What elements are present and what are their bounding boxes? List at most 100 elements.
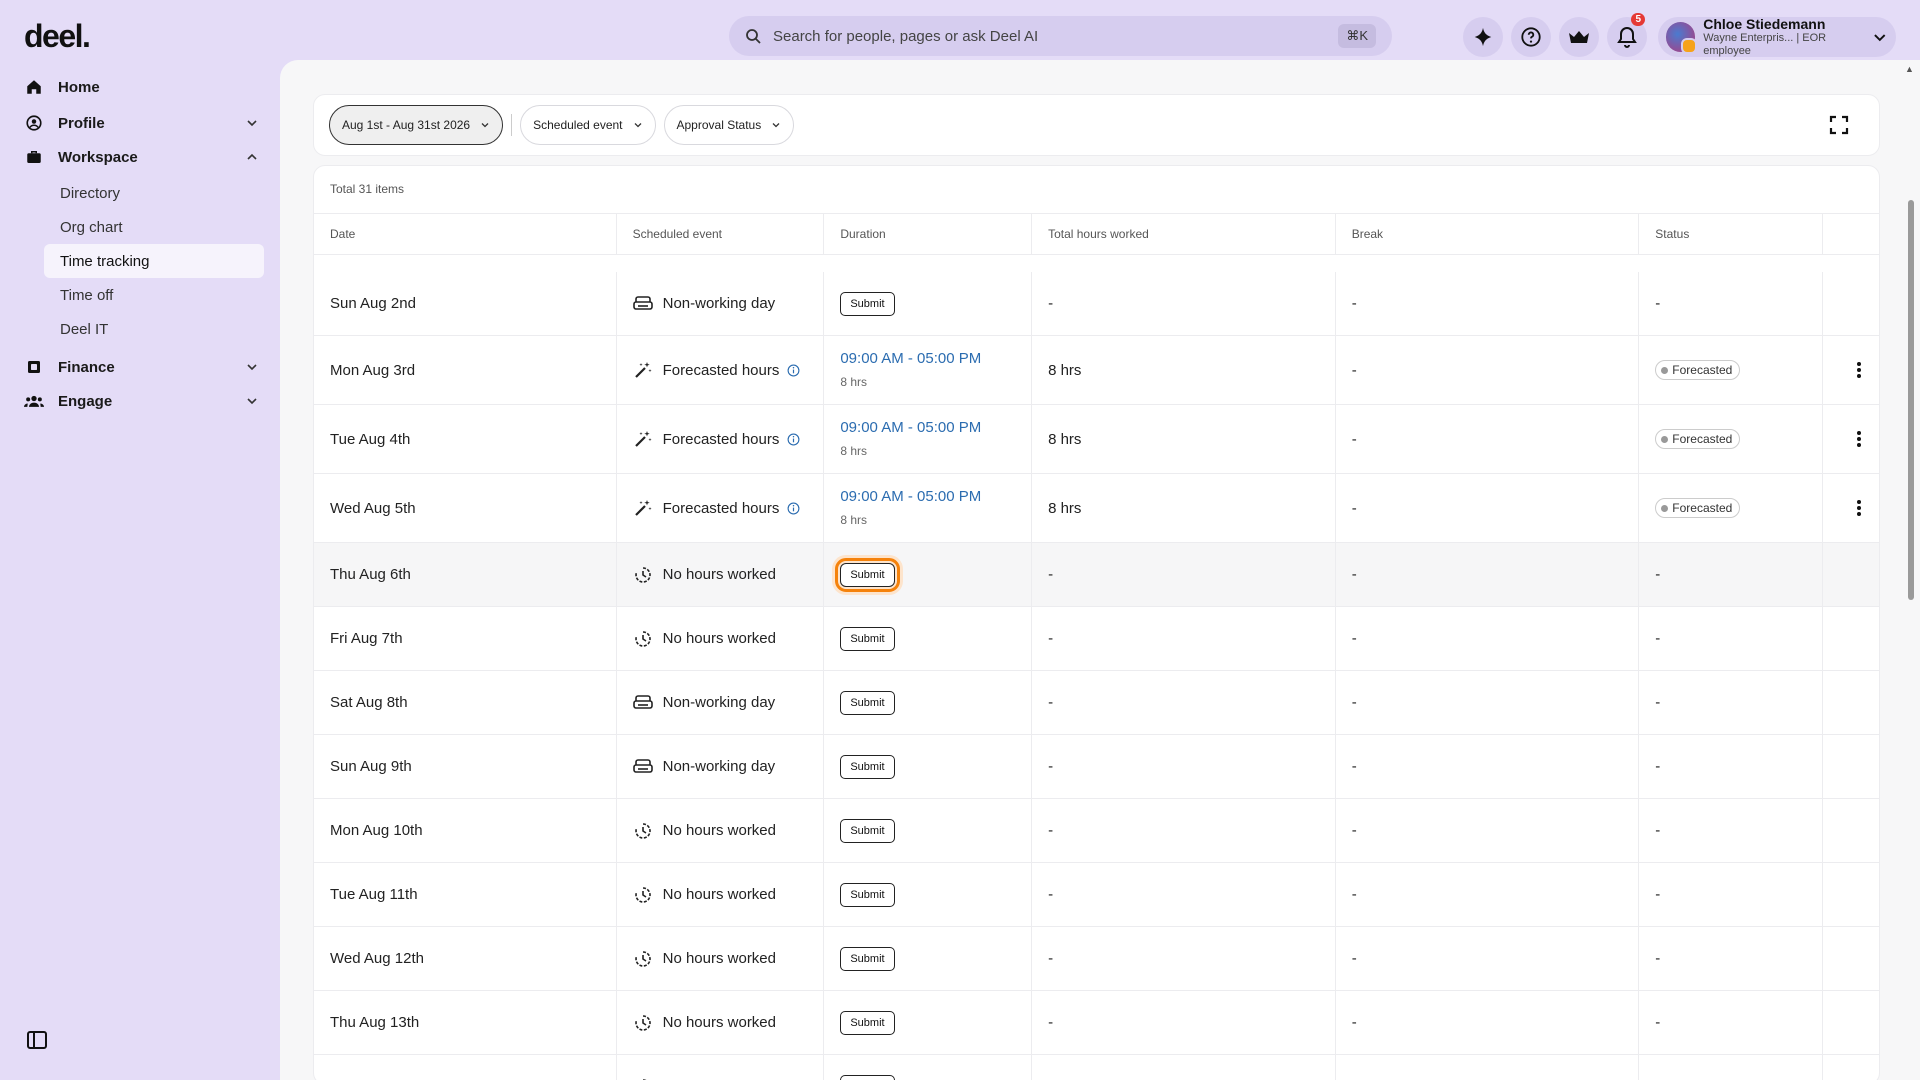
more-options-icon[interactable]	[1849, 429, 1869, 449]
submit-button[interactable]: Submit	[840, 626, 895, 651]
table-row[interactable]: Wed Aug 5th Forecasted hours 09:00 AM - …	[314, 474, 1879, 543]
actions-cell	[1823, 863, 1879, 926]
actions-cell	[1823, 336, 1879, 404]
status-cell: -	[1639, 735, 1824, 798]
clock-icon	[633, 629, 653, 649]
chevron-down-icon[interactable]	[244, 359, 260, 375]
date-range-filter[interactable]: Aug 1st - Aug 31st 2026	[329, 105, 504, 145]
column-header-break[interactable]: Break	[1336, 214, 1640, 254]
status-cell: -	[1639, 607, 1824, 670]
chevron-down-icon[interactable]	[244, 393, 260, 409]
sidebar-item-workspace[interactable]: Workspace	[24, 140, 264, 174]
table-row[interactable]: Mon Aug 10th No hours worked Submit - - …	[314, 799, 1879, 863]
event-cell: No hours worked	[617, 607, 825, 670]
column-header-duration[interactable]: Duration	[824, 214, 1033, 254]
time-range[interactable]: 09:00 AM - 05:00 PM	[840, 419, 981, 438]
submit-button[interactable]: Submit	[840, 1074, 895, 1080]
more-options-icon[interactable]	[1849, 498, 1869, 518]
chevron-down-icon[interactable]	[244, 115, 260, 131]
submit-button[interactable]: Submit	[840, 1010, 895, 1035]
date-cell: Tue Aug 11th	[314, 863, 617, 926]
sidebar-item-engage[interactable]: Engage	[24, 384, 264, 418]
table-row[interactable]: Wed Aug 12th No hours worked Submit - - …	[314, 927, 1879, 991]
search-bar[interactable]: ⌘K	[729, 16, 1392, 56]
user-name: Chloe Stiedemann	[1703, 16, 1826, 33]
table-row[interactable]: Thu Aug 6th No hours worked Submit - - -	[314, 543, 1879, 607]
scheduled-event-filter[interactable]: Scheduled event	[520, 105, 656, 145]
sidebar-item-profile[interactable]: Profile	[24, 106, 264, 140]
sidebar-item-home[interactable]: Home	[24, 70, 264, 104]
deel-logo[interactable]: deel.	[24, 18, 91, 55]
info-icon[interactable]	[787, 433, 800, 446]
break-cell: -	[1336, 927, 1640, 990]
chevron-down-icon	[481, 123, 489, 128]
sidebar-item-org-chart[interactable]: Org chart	[24, 210, 264, 244]
couch-icon	[632, 693, 653, 713]
time-range[interactable]: 09:00 AM - 05:00 PM	[840, 488, 981, 507]
event-label: Forecasted hours	[662, 361, 780, 379]
ai-sparkle-button[interactable]	[1463, 17, 1503, 57]
sidebar-item-directory[interactable]: Directory	[24, 176, 264, 210]
fullscreen-icon[interactable]	[1828, 114, 1850, 136]
column-header-date[interactable]: Date	[314, 214, 617, 254]
table-row[interactable]: Tue Aug 4th Forecasted hours 09:00 AM - …	[314, 405, 1879, 474]
table-row[interactable]: Fri Aug 7th No hours worked Submit - - -	[314, 607, 1879, 671]
search-input[interactable]	[773, 27, 1339, 45]
status-cell: -	[1639, 991, 1824, 1054]
event-label: Non-working day	[662, 694, 776, 711]
sidebar-item-time-tracking[interactable]: Time tracking	[44, 244, 264, 278]
time-range[interactable]: 09:00 AM - 05:00 PM	[840, 350, 981, 369]
status-text: -	[1655, 886, 1661, 903]
submit-button[interactable]: Submit	[840, 818, 895, 843]
submit-button[interactable]: Submit	[840, 291, 895, 316]
more-options-icon[interactable]	[1849, 360, 1869, 380]
submit-button[interactable]: Submit	[840, 754, 895, 779]
sidebar-item-deel-it[interactable]: Deel IT	[24, 312, 264, 346]
clock-icon	[633, 1013, 653, 1033]
sidebar-collapse-icon[interactable]	[26, 1029, 48, 1051]
duration-hours: 8 hrs	[840, 374, 868, 389]
scroll-up-icon[interactable]: ▲	[1905, 64, 1914, 74]
table-row[interactable]: Sat Aug 8th Non-working day Submit - - -	[314, 671, 1879, 735]
submit-button[interactable]: Submit	[840, 690, 895, 715]
scrollbar[interactable]	[1908, 200, 1914, 600]
event-label: Forecasted hours	[662, 430, 780, 448]
sidebar-item-finance[interactable]: Finance	[24, 350, 264, 384]
duration-cell: Submit	[824, 799, 1033, 862]
table-row[interactable]: Sun Aug 2nd Non-working day Submit - - -	[314, 272, 1879, 336]
total-hours-cell: -	[1032, 863, 1336, 926]
break-cell: -	[1336, 405, 1640, 473]
user-menu[interactable]: Chloe Stiedemann Wayne Enterpris... | EO…	[1658, 16, 1896, 57]
notifications-button[interactable]: 5	[1607, 13, 1647, 57]
perks-button[interactable]	[1559, 17, 1599, 57]
table-row[interactable]: Sun Aug 9th Non-working day Submit - - -	[314, 735, 1879, 799]
status-text: -	[1655, 694, 1661, 711]
info-icon[interactable]	[787, 502, 800, 515]
approval-status-filter[interactable]: Approval Status	[663, 105, 795, 145]
approval-status-label: Approval Status	[676, 118, 762, 132]
status-cell: Forecasted	[1639, 336, 1824, 404]
table-row[interactable]: Tue Aug 11th No hours worked Submit - - …	[314, 863, 1879, 927]
table-row[interactable]: Thu Aug 13th No hours worked Submit - - …	[314, 991, 1879, 1055]
info-icon[interactable]	[787, 364, 800, 377]
status-cell: -	[1639, 272, 1824, 335]
table-row[interactable]: Fri Aug 14th No hours worked Submit - - …	[314, 1055, 1879, 1080]
column-header-total-hours[interactable]: Total hours worked	[1032, 214, 1336, 254]
sidebar-item-time-off[interactable]: Time off	[24, 278, 264, 312]
help-button[interactable]	[1511, 17, 1551, 57]
submit-button[interactable]: Submit	[840, 882, 895, 907]
chevron-up-icon[interactable]	[244, 149, 260, 165]
duration-hours: 8 hrs	[840, 512, 868, 527]
event-label: Non-working day	[662, 758, 776, 775]
column-header-status[interactable]: Status	[1639, 214, 1824, 254]
column-header-scheduled-event[interactable]: Scheduled event	[617, 214, 825, 254]
status-cell: -	[1639, 799, 1824, 862]
duration-cell: Submit	[824, 607, 1033, 670]
table-row[interactable]: Mon Aug 3rd Forecasted hours 09:00 AM - …	[314, 336, 1879, 405]
total-hours-cell: -	[1032, 543, 1336, 606]
submit-button[interactable]: Submit	[840, 946, 895, 971]
actions-cell	[1823, 671, 1879, 734]
scheduled-event-label: Scheduled event	[533, 118, 623, 132]
submit-button[interactable]: Submit	[835, 557, 900, 592]
status-cell: Forecasted	[1639, 405, 1824, 473]
